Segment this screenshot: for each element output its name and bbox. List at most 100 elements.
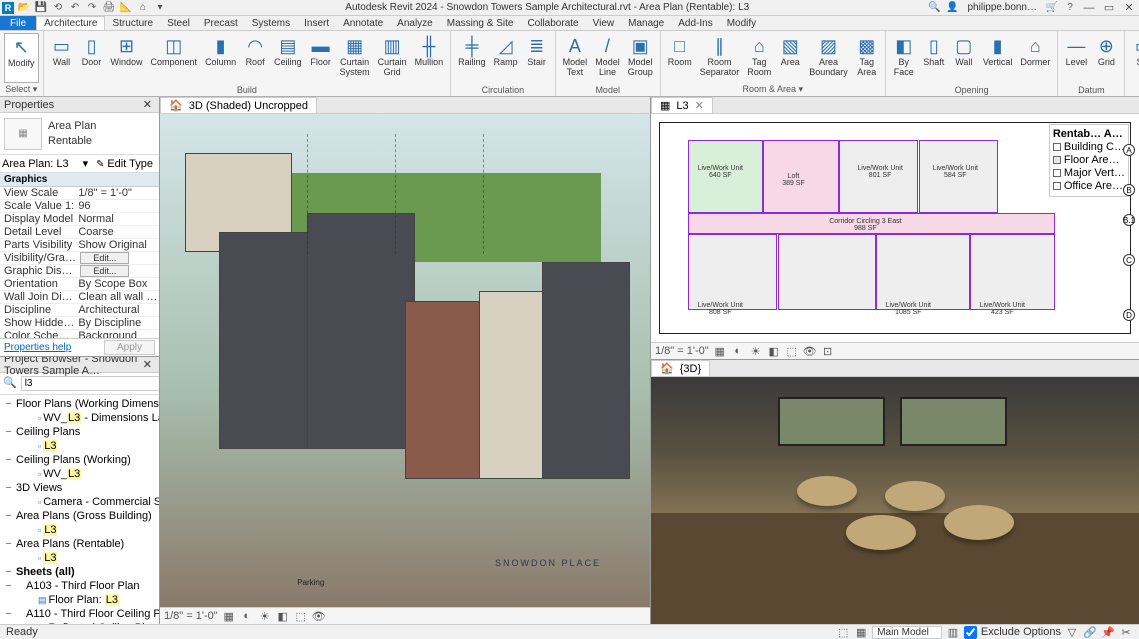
ribbon-wall[interactable]: ▭Wall: [48, 33, 76, 84]
tree-node[interactable]: ▫L3: [2, 551, 157, 565]
ribbon-ramp[interactable]: ◿Ramp: [491, 33, 521, 84]
tree-node[interactable]: −Area Plans (Gross Building): [2, 509, 157, 523]
view-3d-int-tab[interactable]: 🏠 {3D}: [651, 360, 710, 376]
tree-node[interactable]: −A110 - Third Floor Ceiling Plan: [2, 607, 157, 621]
sb-worksets-icon[interactable]: ▦: [854, 626, 868, 638]
qat-redo-icon[interactable]: ↷: [85, 1, 99, 15]
menu-tab-structure[interactable]: Structure: [105, 16, 160, 30]
scale-label[interactable]: 1/8" = 1'-0": [164, 610, 218, 622]
ribbon-model-line[interactable]: /Model Line: [592, 33, 623, 84]
ribbon-area-boundary[interactable]: ▨Area Boundary: [806, 33, 851, 83]
property-row[interactable]: Detail LevelCoarse: [0, 226, 159, 239]
property-row[interactable]: Graphic Display O…Edit...: [0, 265, 159, 278]
main-model-dropdown[interactable]: Main Model: [872, 626, 942, 639]
ribbon-curtain-grid[interactable]: ▥Curtain Grid: [375, 33, 410, 84]
property-row[interactable]: Wall Join DisplayClean all wall joins: [0, 291, 159, 304]
property-row[interactable]: Scale Value 1:96: [0, 200, 159, 213]
view-plan-tab[interactable]: ▦ L3 ✕: [651, 97, 713, 113]
ribbon-railing[interactable]: ╪Railing: [455, 33, 489, 84]
menu-tab-modify[interactable]: Modify: [720, 16, 763, 30]
sb-filter-icon[interactable]: ▽: [1065, 626, 1079, 638]
menu-tab-analyze[interactable]: Analyze: [390, 16, 440, 30]
type-selector[interactable]: ▦ Area Plan Rentable: [0, 113, 159, 155]
ribbon-roof[interactable]: ◠Roof: [241, 33, 269, 84]
qat-home-icon[interactable]: ⌂: [136, 1, 150, 15]
edit-type-button[interactable]: ✎ Edit Type: [92, 158, 157, 170]
file-menu[interactable]: File: [0, 16, 36, 30]
properties-close-icon[interactable]: ✕: [140, 98, 155, 111]
property-row[interactable]: Show Hidden LinesBy Discipline: [0, 317, 159, 330]
ribbon-set[interactable]: ▭Set: [1129, 33, 1139, 84]
sb-design-options-icon[interactable]: ▥: [946, 626, 960, 638]
tree-node[interactable]: ▫L3: [2, 523, 157, 537]
tree-node[interactable]: ▫WV_L3: [2, 467, 157, 481]
help-icon[interactable]: ?: [1063, 1, 1077, 15]
menu-tab-manage[interactable]: Manage: [621, 16, 671, 30]
tree-node[interactable]: ▫Camera - Commercial Space L3: [2, 495, 157, 509]
hide-icon[interactable]: 👁: [312, 609, 326, 623]
menu-tab-view[interactable]: View: [586, 16, 622, 30]
qat-sync-icon[interactable]: ⟲: [51, 1, 65, 15]
interior-canvas[interactable]: [651, 377, 1139, 624]
property-edit-button[interactable]: Edit...: [80, 265, 129, 277]
crop-icon[interactable]: ⬚: [785, 344, 799, 358]
property-row[interactable]: Display ModelNormal: [0, 213, 159, 226]
menu-tab-insert[interactable]: Insert: [297, 16, 336, 30]
sb-select-icon[interactable]: ⬚: [836, 626, 850, 638]
qat-undo-icon[interactable]: ↶: [68, 1, 82, 15]
search-icon[interactable]: 🔍: [928, 1, 942, 15]
browser-close-icon[interactable]: ✕: [140, 358, 155, 371]
ribbon-tag-area[interactable]: ▩Tag Area: [853, 33, 881, 83]
tree-node[interactable]: −Ceiling Plans (Working): [2, 453, 157, 467]
sb-link-icon[interactable]: 🔗: [1083, 626, 1097, 638]
hide-icon[interactable]: 👁: [803, 344, 817, 358]
ribbon-model-text[interactable]: AModel Text: [560, 33, 591, 84]
ribbon-floor[interactable]: ▬Floor: [307, 33, 335, 84]
exterior-canvas[interactable]: SNOWDON PLACE Parking: [160, 114, 650, 607]
exclude-options-checkbox[interactable]: [964, 626, 977, 639]
tree-node[interactable]: −Sheets (all): [2, 565, 157, 579]
ribbon-curtain-system[interactable]: ▦Curtain System: [337, 33, 373, 84]
tree-node[interactable]: −A103 - Third Floor Plan: [2, 579, 157, 593]
qat-save-icon[interactable]: 💾: [34, 1, 48, 15]
sb-pin-icon[interactable]: 📌: [1101, 626, 1115, 638]
tree-node[interactable]: −Floor Plans (Working Dimensions): [2, 397, 157, 411]
ribbon-room[interactable]: □Room: [665, 33, 695, 83]
property-row[interactable]: OrientationBy Scope Box: [0, 278, 159, 291]
ribbon-column[interactable]: ▮Column: [202, 33, 239, 84]
tree-node[interactable]: ▤Reflected Ceiling Plan: L3: [2, 621, 157, 624]
ribbon-component[interactable]: ◫Component: [148, 33, 201, 84]
ribbon-room-separator[interactable]: ∥Room Separator: [697, 33, 743, 83]
restore-button[interactable]: ▭: [1101, 1, 1117, 15]
ribbon-window[interactable]: ⊞Window: [108, 33, 146, 84]
property-edit-button[interactable]: Edit...: [80, 252, 129, 264]
detail-level-icon[interactable]: ▦: [713, 344, 727, 358]
close-button[interactable]: ✕: [1121, 1, 1137, 15]
view-3d-ext-tab[interactable]: 🏠 3D (Shaded) Uncropped: [160, 97, 317, 113]
sunpath-icon[interactable]: ☀: [258, 609, 272, 623]
ribbon-area[interactable]: ▧Area: [776, 33, 804, 83]
property-row[interactable]: Visibility/Graphics …Edit...: [0, 252, 159, 265]
user-label[interactable]: philippe.bonn…: [964, 2, 1042, 13]
sunpath-icon[interactable]: ☀: [749, 344, 763, 358]
tree-node[interactable]: −3D Views: [2, 481, 157, 495]
visual-style-icon[interactable]: ◐: [240, 609, 254, 623]
ribbon-by-face[interactable]: ◧By Face: [890, 33, 918, 84]
ribbon-dormer[interactable]: ⌂Dormer: [1017, 33, 1053, 84]
ribbon-grid[interactable]: ⊕Grid: [1092, 33, 1120, 84]
qat-print-icon[interactable]: 🖨: [102, 1, 116, 15]
ribbon-vertical[interactable]: ▮Vertical: [980, 33, 1016, 84]
tree-node[interactable]: ▫WV_L3 - Dimensions Large Scale: [2, 411, 157, 425]
qat-measure-icon[interactable]: 📐: [119, 1, 133, 15]
ribbon-model-group[interactable]: ▣Model Group: [625, 33, 656, 84]
tree-node[interactable]: −Ceiling Plans: [2, 425, 157, 439]
ribbon-level[interactable]: —Level: [1062, 33, 1090, 84]
menu-tab-annotate[interactable]: Annotate: [336, 16, 390, 30]
menu-tab-massingsite[interactable]: Massing & Site: [440, 16, 521, 30]
ribbon-door[interactable]: ▯Door: [78, 33, 106, 84]
ribbon-modify[interactable]: ↖Modify: [4, 33, 39, 83]
ribbon-mullion[interactable]: ╫Mullion: [412, 33, 447, 84]
user-icon[interactable]: 👤: [946, 1, 960, 15]
tab-close-icon[interactable]: ✕: [695, 99, 704, 112]
minimize-button[interactable]: —: [1081, 1, 1097, 15]
